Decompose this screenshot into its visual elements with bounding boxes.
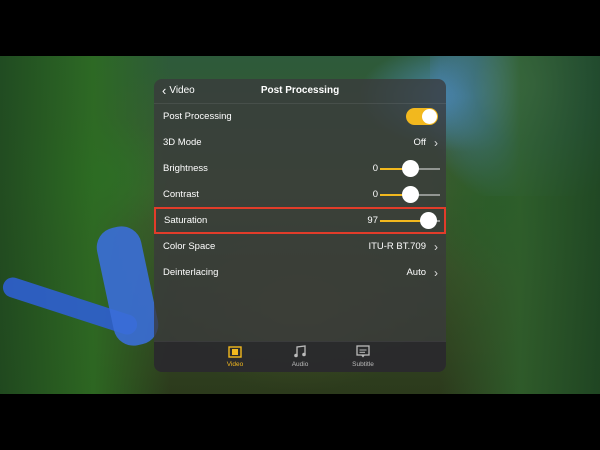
tab-label: Subtitle	[352, 361, 374, 368]
post-processing-toggle[interactable]	[406, 108, 438, 125]
chevron-left-icon: ‹	[162, 83, 167, 98]
row-label: Saturation	[164, 215, 208, 226]
slider-thumb[interactable]	[402, 186, 419, 203]
row-label: 3D Mode	[163, 137, 202, 148]
tab-subtitle[interactable]: Subtitle	[338, 345, 388, 368]
row-label: Contrast	[163, 189, 199, 200]
subtitle-icon	[338, 345, 388, 359]
tab-label: Video	[226, 361, 244, 368]
slider-value: 0	[372, 189, 378, 200]
slider-value: 0	[372, 163, 378, 174]
video-foliage-right	[440, 56, 600, 394]
row-label: Color Space	[163, 241, 216, 252]
chevron-right-icon: ›	[434, 265, 438, 280]
toggle-knob	[422, 109, 437, 124]
chevron-right-icon: ›	[434, 135, 438, 150]
row-contrast: Contrast 0	[154, 182, 446, 207]
tab-bar: Video Audio Subtitle	[154, 341, 446, 372]
row-value: ITU-R BT.709	[368, 241, 426, 252]
tab-audio[interactable]: Audio	[275, 345, 325, 368]
saturation-slider[interactable]	[380, 212, 440, 229]
tab-video[interactable]: Video	[210, 345, 260, 368]
chevron-right-icon: ›	[434, 239, 438, 254]
row-value: Off	[413, 137, 427, 148]
row-label: Deinterlacing	[163, 267, 219, 278]
brightness-slider[interactable]	[380, 160, 440, 177]
row-saturation: Saturation 97	[154, 207, 446, 234]
slider-thumb[interactable]	[402, 160, 419, 177]
contrast-slider[interactable]	[380, 186, 440, 203]
panel-header: ‹ Video Post Processing	[154, 79, 446, 104]
slider-thumb[interactable]	[420, 212, 437, 229]
row-post-processing[interactable]: Post Processing	[154, 104, 446, 129]
row-color-space[interactable]: Color Space ITU-R BT.709 ›	[154, 234, 446, 259]
music-note-icon	[275, 345, 325, 359]
post-processing-panel: ‹ Video Post Processing Post Processing …	[154, 79, 446, 372]
tab-label: Audio	[291, 361, 309, 368]
back-label: Video	[169, 85, 195, 96]
row-3d-mode[interactable]: 3D Mode Off ›	[154, 130, 446, 155]
back-button[interactable]: ‹ Video	[162, 79, 195, 103]
row-value: Auto	[406, 267, 426, 278]
row-brightness: Brightness 0	[154, 156, 446, 181]
slider-value: 97	[367, 215, 378, 226]
row-deinterlacing[interactable]: Deinterlacing Auto ›	[154, 260, 446, 285]
row-label: Post Processing	[163, 111, 232, 122]
film-icon	[210, 345, 260, 359]
row-label: Brightness	[163, 163, 208, 174]
panel-title: Post Processing	[260, 85, 340, 96]
